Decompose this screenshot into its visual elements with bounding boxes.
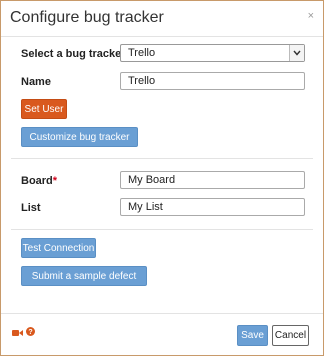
save-button[interactable]: Save xyxy=(237,325,268,346)
bug-tracker-select[interactable]: Trello xyxy=(120,44,305,62)
cancel-button[interactable]: Cancel xyxy=(272,325,309,346)
set-user-button[interactable]: Set User xyxy=(21,99,67,119)
section-divider-2 xyxy=(11,229,313,230)
video-camera-icon[interactable] xyxy=(12,324,23,342)
name-label: Name xyxy=(21,76,51,88)
list-label: List xyxy=(21,202,41,214)
list-field[interactable]: My List xyxy=(120,198,305,216)
customize-fields-button[interactable]: Customize bug tracker fields xyxy=(21,127,138,163)
test-connection-button[interactable]: Test Connection xyxy=(21,238,96,258)
help-icon[interactable]: ? xyxy=(26,323,35,341)
svg-text:?: ? xyxy=(28,329,32,336)
configure-bug-tracker-dialog: Configure bug tracker × Select a bug tra… xyxy=(0,0,324,356)
footer-divider xyxy=(1,313,323,314)
section-divider xyxy=(11,158,313,159)
board-field[interactable]: My Board xyxy=(120,171,305,189)
dialog-title: Configure bug tracker xyxy=(10,9,164,26)
board-label-text: Board xyxy=(21,175,53,187)
required-marker: * xyxy=(52,175,58,187)
header-divider xyxy=(1,36,323,37)
name-field[interactable]: Trello xyxy=(120,72,305,90)
close-icon[interactable]: × xyxy=(308,10,314,22)
tracker-label: Select a bug tracker xyxy=(21,48,126,60)
board-label: Board* xyxy=(21,175,57,187)
chevron-down-icon xyxy=(289,45,304,61)
submit-sample-button[interactable]: Submit a sample defect report xyxy=(21,266,147,302)
bug-tracker-select-value: Trello xyxy=(128,47,156,59)
